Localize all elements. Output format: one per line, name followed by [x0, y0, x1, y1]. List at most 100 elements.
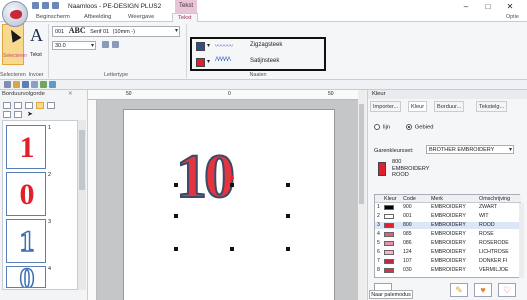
thread-chart-select[interactable]: BROTHER EMBROIDERY — [426, 145, 514, 154]
order-tool-icon[interactable] — [3, 111, 11, 118]
options-menu[interactable]: Optie — [506, 13, 519, 22]
table-row[interactable]: 1 900 EMBROIDERY ZWART — [375, 204, 521, 211]
ribbon-separator — [48, 24, 49, 78]
order-tool-icon[interactable] — [3, 102, 11, 109]
embroidery-order-list: 1 1 0 2 1 3 0 4 — [2, 120, 78, 290]
maximize-button[interactable]: □ — [477, 2, 499, 11]
outline-color-dropdown-icon[interactable]: ▾ — [207, 42, 210, 49]
save-icon[interactable] — [22, 81, 29, 88]
tab-import[interactable]: Importer... — [370, 101, 402, 112]
thread-color-table: Kleur Code Merk Omschrijving 1 900 EMBROID… — [374, 194, 524, 278]
list-item[interactable]: 1 — [6, 219, 46, 263]
thread-brand-cell: EMBROIDERY — [431, 222, 466, 228]
selection-handle[interactable] — [230, 247, 234, 251]
order-tool-icon[interactable] — [36, 102, 44, 109]
table-row[interactable]: 4 085 EMBROIDERY ROSE — [375, 231, 521, 238]
text-size-field[interactable]: 30.0 — [52, 41, 96, 50]
font-selector[interactable]: 001 ABC Serif 01 (10mm -) — [52, 26, 180, 37]
rotation-handle[interactable] — [230, 176, 234, 180]
table-row[interactable]: 5 086 EMBROIDERY ROSERODE — [375, 240, 521, 247]
selection-handle[interactable] — [230, 183, 234, 187]
table-row[interactable]: 8 030 EMBROIDERY VERMILJOE — [375, 267, 521, 274]
fill-color-dropdown-icon[interactable]: ▾ — [207, 58, 210, 65]
pointer-icon — [6, 27, 22, 43]
transfer-icon[interactable] — [40, 81, 47, 88]
minimize-button[interactable]: – — [455, 2, 477, 11]
row-index: 8 — [377, 267, 380, 273]
print-icon[interactable] — [49, 81, 56, 88]
tab-tekst[interactable]: Tekst — [172, 13, 198, 22]
horizontal-ruler: 50 0 50 — [88, 90, 358, 100]
select-button[interactable]: Selecteren — [2, 24, 27, 65]
undo-icon[interactable] — [52, 2, 59, 9]
application-menu-button[interactable] — [2, 1, 28, 27]
table-row[interactable]: 2 001 EMBROIDERY WIT — [375, 213, 521, 220]
scrollbar-thumb[interactable] — [79, 130, 85, 190]
selection-handle[interactable] — [286, 183, 290, 187]
order-tool-icon[interactable] — [14, 111, 22, 118]
list-item[interactable]: 0 — [6, 172, 46, 216]
bold-icon[interactable] — [102, 41, 109, 48]
ribbon-tab-row: Beginscherm Afbeelding Weergave Tekst Op… — [0, 13, 527, 22]
color-swatch — [384, 205, 394, 210]
open-icon[interactable] — [13, 81, 20, 88]
select-button-label: Selecteren — [3, 53, 27, 59]
text-tool-button[interactable]: A Tekst — [26, 24, 46, 65]
pointer-icon[interactable]: ➤ — [27, 110, 33, 118]
radio-area[interactable] — [405, 124, 412, 130]
order-tool-icon[interactable] — [14, 102, 22, 109]
order-tool-icon[interactable] — [47, 102, 55, 109]
table-scrollbar[interactable] — [519, 203, 524, 278]
table-row[interactable]: 6 124 EMBROIDERY LICHTROSE — [375, 249, 521, 256]
tab-afbeelding[interactable]: Afbeelding — [84, 13, 111, 22]
canvas-scrollbar[interactable] — [358, 90, 365, 300]
text-object[interactable]: 10 — [175, 145, 236, 209]
outline-stitch-label[interactable]: Zigzagsteek — [250, 42, 282, 48]
outline-color-swatch[interactable] — [196, 42, 205, 51]
thumbnail-glyph: 1 — [19, 131, 35, 164]
panel-close-icon[interactable]: ✕ — [68, 91, 73, 97]
pick-color-icon[interactable]: ✎ — [450, 283, 468, 297]
fill-color-swatch[interactable] — [196, 58, 205, 67]
selection-handle[interactable] — [174, 214, 178, 218]
panel-title: Borduurvolgorde — [2, 91, 45, 97]
order-list-scrollbar[interactable] — [78, 120, 86, 290]
tab-text-attributes[interactable]: Tekstelg... — [476, 101, 508, 112]
order-tool-icon[interactable] — [25, 102, 33, 109]
order-toolbar: ➤ — [0, 100, 88, 120]
fill-stitch-label[interactable]: Satijnsteek — [250, 58, 279, 64]
table-row[interactable]: 7 107 EMBROIDERY DONKER FI — [375, 258, 521, 265]
selection-handle[interactable] — [286, 247, 290, 251]
selection-handle[interactable] — [286, 214, 290, 218]
selection-handle[interactable] — [174, 183, 178, 187]
italic-icon[interactable] — [112, 41, 119, 48]
thread-spool-icon — [378, 162, 386, 176]
preview-icon[interactable] — [31, 81, 38, 88]
ruler-mark: 50 — [328, 91, 334, 97]
row-index: 3 — [377, 222, 380, 228]
radio-line[interactable] — [374, 124, 380, 130]
radio-line-label: lijn — [383, 124, 391, 131]
save-icon[interactable] — [42, 2, 49, 9]
favorite-color-icon[interactable]: ♥ — [474, 283, 492, 297]
tab-weergave[interactable]: Weergave — [128, 13, 154, 22]
scrollbar-thumb[interactable] — [359, 104, 364, 204]
table-row[interactable]: 3 800 EMBROIDERY ROOD — [375, 222, 521, 229]
group-label-insert: Invoer — [28, 72, 44, 78]
list-item[interactable]: 1 — [6, 125, 46, 169]
tab-color[interactable]: Kleur — [408, 101, 428, 112]
close-button[interactable]: ✕ — [499, 2, 521, 11]
thread-desc-cell: WIT — [479, 213, 489, 219]
thread-brand-cell: EMBROIDERY — [431, 231, 466, 237]
color-swatch — [384, 259, 394, 264]
tab-beginscherm[interactable]: Beginscherm — [36, 13, 70, 22]
palette-mode-button[interactable]: Naar palemodus — [369, 290, 413, 299]
tab-embroidery[interactable]: Borduur... — [434, 101, 465, 112]
new-icon[interactable] — [4, 81, 11, 88]
color-swatch — [384, 241, 394, 246]
new-file-icon[interactable] — [32, 2, 39, 9]
selection-handle[interactable] — [174, 247, 178, 251]
thread-code-cell: 085 — [403, 231, 412, 237]
list-item[interactable]: 0 — [6, 266, 46, 288]
custom-color-icon[interactable]: ♡ — [498, 283, 516, 297]
